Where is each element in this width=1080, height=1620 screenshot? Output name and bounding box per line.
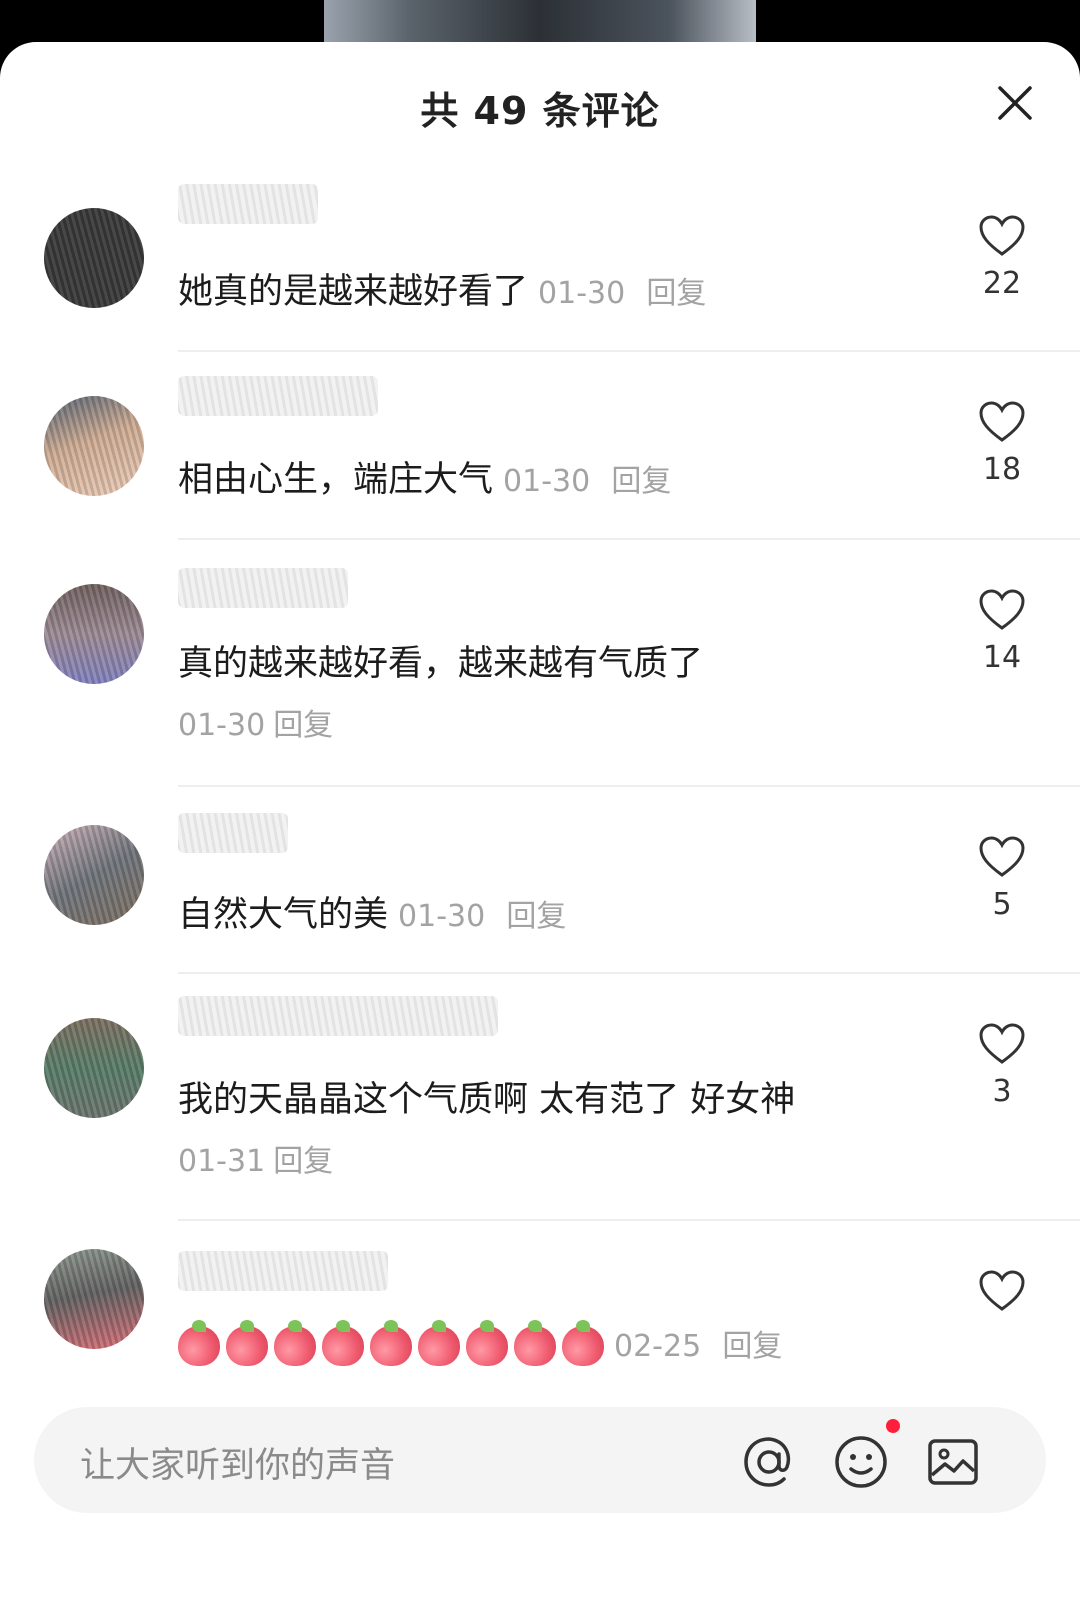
comment-input[interactable]: 让大家听到你的声音 [80, 1437, 395, 1488]
avatar[interactable] [44, 825, 144, 925]
heart-icon [979, 1270, 1025, 1311]
peach-emoji-row [178, 1320, 604, 1366]
peach-emoji-icon [466, 1320, 508, 1366]
comment-text-line: 02-25 回复 [178, 1320, 782, 1371]
comment-text-line: 相由心生，端庄大气 01-30 回复 [178, 456, 671, 506]
peach-emoji-icon [562, 1320, 604, 1366]
comment-date: 01-30 [503, 464, 591, 499]
username-blurred[interactable] [178, 184, 318, 224]
like-count: 14 [982, 640, 1022, 675]
comment-text: 她真的是越来越好看了 [178, 272, 529, 312]
reply-button[interactable]: 回复 [611, 464, 671, 499]
comment-date: 01-30 [538, 276, 626, 311]
comments-sheet: 共 49 条评论 她真的是越来越好看了 01-30 回复 22 相由心生，端庄大… [0, 42, 1080, 1620]
comment-input-bar[interactable]: 让大家听到你的声音 [34, 1407, 1046, 1513]
username-blurred[interactable] [178, 376, 378, 416]
comment-text-line: 她真的是越来越好看了 01-30 回复 [178, 268, 706, 318]
comment-item: 相由心生，端庄大气 01-30 回复 18 [0, 352, 1080, 540]
comment-text: 自然大气的美 [178, 895, 389, 935]
username-blurred[interactable] [178, 568, 348, 608]
avatar[interactable] [44, 1018, 144, 1118]
image-button[interactable] [924, 1433, 982, 1491]
heart-icon [979, 589, 1025, 630]
like-button[interactable]: 5 [972, 835, 1032, 922]
comment-meta: 01-31 回复 [178, 1140, 333, 1184]
comment-count-title: 共 49 条评论 [420, 89, 660, 133]
comment-text: 真的越来越好看，越来越有气质了 [178, 644, 704, 684]
image-icon [928, 1439, 978, 1485]
like-button[interactable]: 14 [972, 588, 1032, 675]
heart-icon [979, 401, 1025, 442]
reply-button[interactable]: 回复 [646, 276, 706, 311]
notification-dot [886, 1419, 900, 1433]
heart-icon [979, 1023, 1025, 1064]
like-count: 18 [982, 452, 1022, 487]
peach-emoji-icon [322, 1320, 364, 1366]
comment-item: 自然大气的美 01-30 回复 5 [0, 787, 1080, 974]
peach-emoji-icon [418, 1320, 460, 1366]
comment-date: 01-31 [178, 1144, 266, 1179]
username-blurred[interactable] [178, 996, 498, 1036]
comment-item: 真的越来越好看，越来越有气质了 01-30 回复 14 [0, 540, 1080, 787]
comment-text: 相由心生，端庄大气 [178, 460, 494, 500]
reply-button[interactable]: 回复 [273, 1144, 333, 1179]
sheet-header: 共 49 条评论 [0, 42, 1080, 166]
avatar[interactable] [44, 1249, 144, 1349]
smile-icon [835, 1436, 887, 1488]
peach-emoji-icon [226, 1320, 268, 1366]
comment-item: 我的天晶晶这个气质啊 太有范了 好女神 01-31 回复 3 [0, 974, 1080, 1221]
like-count: 5 [992, 887, 1012, 922]
avatar[interactable] [44, 584, 144, 684]
peach-emoji-icon [178, 1320, 220, 1366]
comment-text-line: 自然大气的美 01-30 回复 [178, 891, 566, 941]
avatar[interactable] [44, 208, 144, 308]
peach-emoji-icon [370, 1320, 412, 1366]
comment-list[interactable]: 她真的是越来越好看了 01-30 回复 22 相由心生，端庄大气 01-30 回复 … [0, 166, 1080, 1472]
peach-emoji-icon [514, 1320, 556, 1366]
avatar[interactable] [44, 396, 144, 496]
username-blurred[interactable] [178, 1251, 388, 1291]
comment-date: 02-25 [614, 1329, 702, 1364]
comment-item: 她真的是越来越好看了 01-30 回复 22 [0, 166, 1080, 352]
mention-button[interactable] [740, 1433, 798, 1491]
like-button[interactable] [972, 1269, 1032, 1317]
emoji-button[interactable] [832, 1433, 890, 1491]
heart-icon [979, 836, 1025, 877]
like-count: 3 [992, 1074, 1012, 1109]
close-icon [998, 86, 1032, 120]
comment-text: 我的天晶晶这个气质啊 太有范了 好女神 [178, 1080, 796, 1120]
peach-emoji-icon [274, 1320, 316, 1366]
like-button[interactable]: 3 [972, 1022, 1032, 1109]
reply-button[interactable]: 回复 [273, 708, 333, 743]
like-button[interactable]: 22 [972, 214, 1032, 301]
reply-button[interactable]: 回复 [722, 1329, 782, 1364]
like-count: 22 [982, 266, 1022, 301]
close-button[interactable] [990, 78, 1040, 128]
reply-button[interactable]: 回复 [506, 899, 566, 934]
comment-meta: 01-30 回复 [178, 704, 333, 748]
at-icon [744, 1437, 791, 1487]
like-button[interactable]: 18 [972, 400, 1032, 487]
comment-date: 01-30 [178, 708, 266, 743]
username-blurred[interactable] [178, 813, 288, 853]
heart-icon [979, 215, 1025, 256]
comment-date: 01-30 [398, 899, 486, 934]
